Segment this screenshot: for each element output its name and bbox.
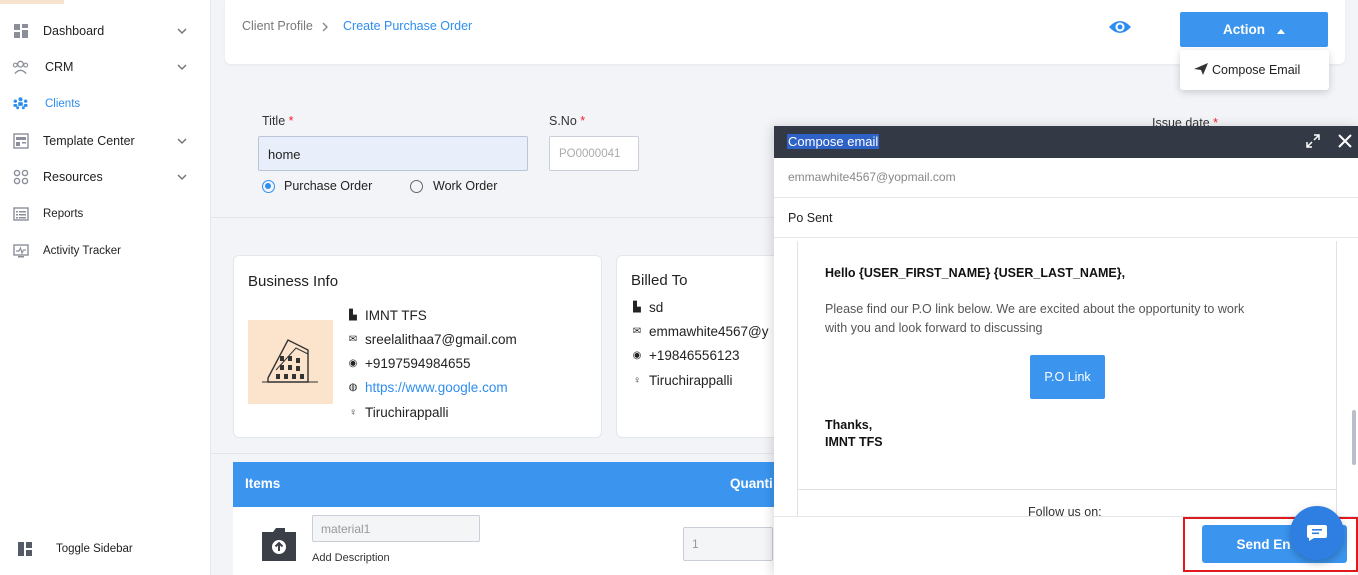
- sidebar-item-reports[interactable]: Reports: [0, 199, 211, 229]
- email-body-line: Please find our P.O link below. We are e…: [825, 302, 1245, 316]
- purchase-order-radio[interactable]: [262, 180, 275, 193]
- items-table-header: Items Quanti: [233, 462, 793, 507]
- sno-input[interactable]: PO0000041: [549, 136, 639, 171]
- sidebar-item-label: Reports: [43, 208, 84, 220]
- email-body-editor[interactable]: Hello {USER_FIRST_NAME} {USER_LAST_NAME}…: [797, 241, 1337, 490]
- quantity-input[interactable]: 1: [683, 527, 773, 561]
- resources-icon: [12, 169, 29, 185]
- compose-email-label: Compose Email: [1212, 63, 1301, 77]
- items-column-header: Items: [245, 476, 281, 491]
- billed-name-row: ▙ sd: [631, 300, 663, 315]
- work-order-label: Work Order: [433, 179, 498, 193]
- chevron-down-icon: [176, 25, 188, 37]
- clients-icon: [12, 96, 29, 112]
- sidebar-item-clients[interactable]: Clients: [0, 89, 211, 119]
- sidebar-item-template-center[interactable]: Template Center: [0, 126, 211, 156]
- business-website-row: ◍ https://www.google.com: [347, 380, 508, 395]
- globe-icon: ◍: [348, 382, 358, 393]
- billed-to-heading: Billed To: [631, 272, 688, 289]
- quantity-column-header: Quanti: [730, 476, 773, 491]
- business-location-row: ♀ Tiruchirappalli: [347, 405, 448, 420]
- location-pin-icon: ♀: [633, 375, 641, 386]
- dashboard-icon: [12, 23, 29, 39]
- website-link[interactable]: https://www.google.com: [365, 380, 508, 395]
- sidebar-item-label: CRM: [45, 60, 74, 74]
- material-input[interactable]: material1: [312, 515, 480, 542]
- chat-widget-button[interactable]: [1290, 506, 1344, 560]
- business-email-row: ✉ sreelalithaa7@gmail.com: [348, 332, 517, 347]
- chat-icon: [1306, 524, 1328, 545]
- sidebar: Dashboard CRM Clients Template Center Re…: [0, 0, 211, 575]
- email-signoff: Thanks,: [825, 418, 873, 432]
- email-titlebar: Compose email: [774, 126, 1358, 158]
- business-name-row: ▙ IMNT TFS: [347, 308, 427, 323]
- sidebar-item-label: Activity Tracker: [43, 245, 121, 257]
- title-label: Title *: [262, 114, 294, 128]
- caret-up-icon: [1277, 22, 1285, 37]
- activity-icon: [12, 243, 29, 259]
- title-input[interactable]: home: [258, 136, 528, 171]
- toggle-sidebar-label: Toggle Sidebar: [56, 543, 133, 555]
- chevron-down-icon: [176, 135, 188, 147]
- sidebar-item-label: Dashboard: [43, 24, 105, 38]
- work-order-radio[interactable]: [410, 180, 423, 193]
- email-footer: Follow us on:: [797, 490, 1337, 516]
- expand-icon[interactable]: [1306, 134, 1320, 151]
- business-logo-image: [248, 320, 333, 404]
- sidebar-item-activity-tracker[interactable]: Activity Tracker: [0, 236, 211, 266]
- upload-folder-icon[interactable]: [261, 526, 297, 565]
- chevron-down-icon: [176, 171, 188, 183]
- purchase-order-label: Purchase Order: [284, 179, 373, 193]
- billed-email-row: ✉ emmawhite4567@y: [632, 324, 769, 339]
- scrollbar-thumb[interactable]: [1352, 410, 1356, 465]
- send-icon: [1194, 62, 1208, 78]
- action-dropdown-menu: Compose Email: [1180, 50, 1329, 90]
- building-icon: ▙: [633, 302, 641, 313]
- reports-icon: [12, 206, 29, 222]
- sidebar-item-dashboard[interactable]: Dashboard: [0, 16, 211, 46]
- template-icon: [12, 133, 29, 149]
- mail-icon: ✉: [348, 334, 358, 345]
- email-signature: IMNT TFS: [825, 435, 883, 449]
- compose-email-panel: Compose email emmawhite4567@yopmail.com …: [774, 126, 1358, 575]
- chevron-down-icon: [176, 61, 188, 73]
- sno-label: S.No *: [549, 114, 586, 128]
- toggle-sidebar-button[interactable]: Toggle Sidebar: [0, 534, 211, 564]
- logo-strip: [0, 0, 64, 4]
- sidebar-item-label: Clients: [45, 98, 81, 110]
- sidebar-item-resources[interactable]: Resources: [0, 162, 211, 192]
- phone-icon: ◉: [348, 358, 358, 369]
- po-link-button[interactable]: P.O Link: [1030, 355, 1105, 399]
- phone-icon: ◉: [632, 350, 642, 361]
- billed-location-row: ♀ Tiruchirappalli: [631, 373, 732, 388]
- action-button[interactable]: Action: [1180, 12, 1328, 47]
- email-to-field[interactable]: emmawhite4567@yopmail.com: [774, 158, 1358, 198]
- business-info-heading: Business Info: [248, 273, 339, 290]
- location-pin-icon: ♀: [349, 407, 357, 418]
- building-icon: ▙: [349, 310, 357, 321]
- breadcrumb-parent[interactable]: Client Profile: [242, 19, 313, 33]
- close-icon[interactable]: [1337, 133, 1353, 152]
- action-label: Action: [1223, 22, 1265, 37]
- sidebar-layout-icon: [16, 541, 33, 557]
- email-panel-title: Compose email: [787, 134, 880, 149]
- divider: [211, 217, 811, 218]
- email-body-line: with you and look forward to discussing: [825, 321, 1043, 335]
- email-greeting: Hello {USER_FIRST_NAME} {USER_LAST_NAME}…: [825, 266, 1126, 280]
- sidebar-item-label: Resources: [43, 170, 103, 184]
- eye-icon[interactable]: [1108, 18, 1132, 39]
- add-description-link[interactable]: Add Description: [312, 552, 390, 564]
- breadcrumb-current: Create Purchase Order: [343, 19, 473, 33]
- crm-icon: [12, 59, 29, 75]
- chevron-right-icon: [320, 21, 330, 36]
- sidebar-item-label: Template Center: [43, 134, 135, 148]
- billed-phone-row: ◉ +19846556123: [632, 348, 740, 363]
- divider: [211, 453, 811, 454]
- email-subject-field[interactable]: Po Sent: [774, 198, 1358, 238]
- sidebar-item-crm[interactable]: CRM: [0, 52, 211, 82]
- compose-email-menu-item[interactable]: Compose Email: [1180, 62, 1301, 78]
- business-phone-row: ◉ +9197594984655: [348, 356, 471, 371]
- mail-icon: ✉: [632, 326, 642, 337]
